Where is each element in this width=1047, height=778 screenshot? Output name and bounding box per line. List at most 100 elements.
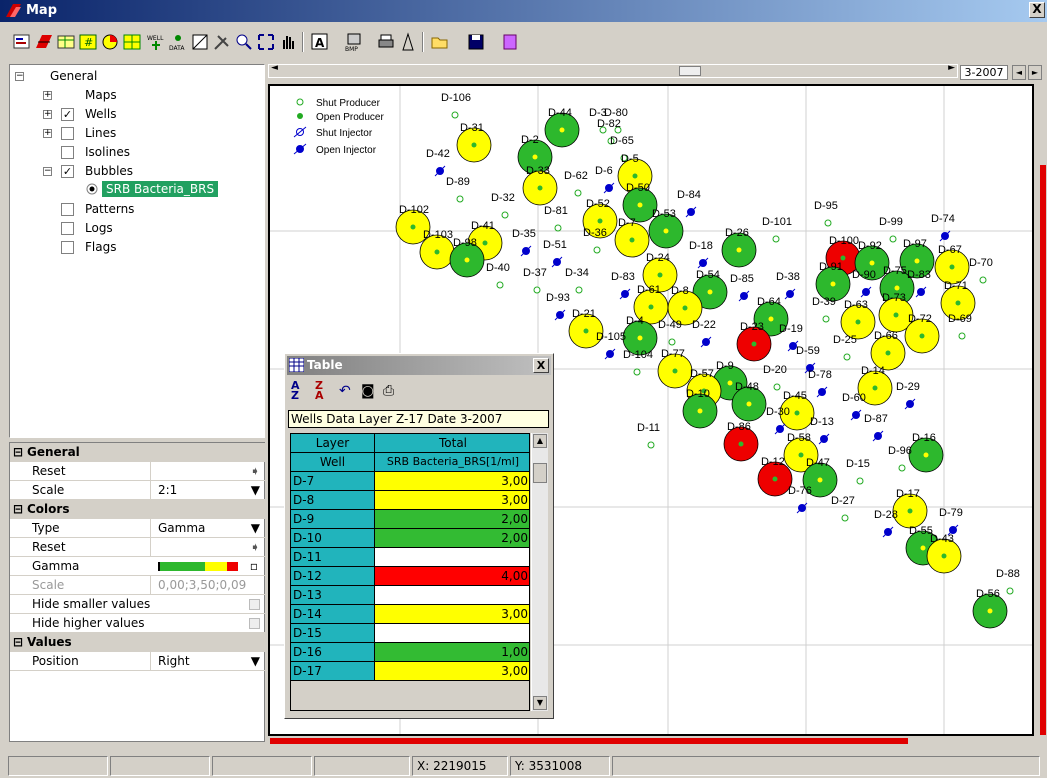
- well-icon[interactable]: WELL: [146, 32, 166, 52]
- value-cell[interactable]: 3,00: [375, 605, 529, 624]
- table-icon[interactable]: [56, 32, 76, 52]
- scroll-left-icon[interactable]: ◄: [271, 63, 278, 73]
- sort-ascending-icon[interactable]: AZ: [291, 380, 300, 401]
- value-cell[interactable]: 3,00: [375, 662, 529, 681]
- date-field[interactable]: 3-2007: [960, 65, 1008, 80]
- value-cell[interactable]: 3,00: [375, 472, 529, 491]
- table-close-button[interactable]: X: [533, 358, 549, 373]
- dropdown-arrow-icon[interactable]: ▼: [251, 481, 260, 499]
- well-cell[interactable]: D-16: [291, 643, 375, 662]
- undo-icon[interactable]: ↶: [339, 383, 351, 399]
- value-cell[interactable]: 4,00: [375, 567, 529, 586]
- collapse-toggle[interactable]: −: [43, 167, 52, 176]
- export-bmp-icon[interactable]: BMP: [344, 32, 364, 53]
- section-colors[interactable]: ⊟ Colors: [10, 500, 266, 519]
- fit-extent-icon[interactable]: [256, 32, 276, 52]
- checkbox-logs[interactable]: [61, 222, 74, 235]
- tree-item-logs[interactable]: Logs: [85, 220, 113, 236]
- table-row[interactable]: D-15: [291, 624, 529, 643]
- prop-position[interactable]: Position Right ▼: [10, 652, 266, 671]
- tree-item-lines[interactable]: Lines: [85, 125, 116, 141]
- scroll-down-icon[interactable]: ▼: [533, 696, 547, 710]
- prop-hide-smaller[interactable]: Hide smaller values: [10, 595, 266, 614]
- value-cell[interactable]: 2,00: [375, 510, 529, 529]
- tools-icon[interactable]: [212, 32, 232, 52]
- pie-chart-icon[interactable]: [100, 32, 120, 52]
- grid-icon[interactable]: #: [78, 32, 98, 52]
- value-cell[interactable]: 2,00: [375, 529, 529, 548]
- scroll-thumb[interactable]: [679, 66, 701, 76]
- well-cell[interactable]: D-12: [291, 567, 375, 586]
- tree-item-maps[interactable]: Maps: [85, 87, 117, 103]
- scroll-up-icon[interactable]: ▲: [533, 434, 547, 448]
- section-general[interactable]: ⊟ General: [10, 443, 266, 462]
- table-row[interactable]: D-10 2,00: [291, 529, 529, 548]
- print-icon[interactable]: ⎙: [383, 383, 394, 399]
- well-cell[interactable]: D-9: [291, 510, 375, 529]
- table-row[interactable]: D-11: [291, 548, 529, 567]
- tree-item-wells[interactable]: Wells: [85, 106, 116, 122]
- properties-icon[interactable]: [12, 32, 32, 52]
- scroll-right-icon[interactable]: ►: [948, 63, 955, 73]
- checkbox-wells[interactable]: ✓: [61, 108, 74, 121]
- reset-arrow-icon[interactable]: ➧: [150, 538, 266, 556]
- value-cell[interactable]: 1,00: [375, 643, 529, 662]
- checkbox-flags[interactable]: [61, 241, 74, 254]
- hide-higher-checkbox[interactable]: [249, 618, 260, 629]
- checkbox-isolines[interactable]: [61, 146, 74, 159]
- expand-toggle[interactable]: +: [43, 110, 52, 119]
- close-button[interactable]: X: [1029, 2, 1045, 18]
- print-icon[interactable]: [376, 32, 396, 52]
- date-prev-icon[interactable]: ◄: [1012, 65, 1026, 80]
- tree-item-isolines[interactable]: Isolines: [85, 144, 130, 160]
- type-value[interactable]: Gamma: [150, 519, 266, 537]
- zoom-in-icon[interactable]: [234, 32, 254, 52]
- tower-icon[interactable]: [398, 32, 418, 52]
- prop-colors-reset[interactable]: Reset ➧: [10, 538, 266, 557]
- tree-item-bubbles[interactable]: Bubbles: [85, 163, 133, 179]
- value-cell[interactable]: [375, 624, 529, 643]
- camera-icon[interactable]: ◙: [361, 383, 375, 399]
- zoom-area-icon[interactable]: [190, 32, 210, 52]
- scroll-thumb[interactable]: [533, 463, 547, 483]
- value-cell[interactable]: [375, 586, 529, 605]
- table-row[interactable]: D-8 3,00: [291, 491, 529, 510]
- hide-smaller-checkbox[interactable]: [249, 599, 260, 610]
- radio-selected-icon[interactable]: [86, 183, 98, 195]
- well-cell[interactable]: D-17: [291, 662, 375, 681]
- checkbox-lines[interactable]: [61, 127, 74, 140]
- dropdown-arrow-icon[interactable]: ▼: [251, 652, 260, 670]
- value-cell[interactable]: 3,00: [375, 491, 529, 510]
- edit-box-icon[interactable]: ▫: [250, 557, 258, 575]
- well-cell[interactable]: D-14: [291, 605, 375, 624]
- scale-value[interactable]: 2:1: [150, 481, 266, 499]
- well-cell[interactable]: D-8: [291, 491, 375, 510]
- tree-root-general[interactable]: General: [50, 68, 97, 84]
- data-icon[interactable]: DATA: [168, 32, 188, 52]
- horizontal-scrollbar[interactable]: ◄ ►: [268, 63, 958, 78]
- checkbox-bubbles[interactable]: ✓: [61, 165, 74, 178]
- table-row[interactable]: D-13: [291, 586, 529, 605]
- grid-map-icon[interactable]: [122, 32, 142, 52]
- date-next-icon[interactable]: ►: [1028, 65, 1042, 80]
- table-row[interactable]: D-7 3,00: [291, 472, 529, 491]
- tree-item-patterns[interactable]: Patterns: [85, 201, 134, 217]
- collapse-toggle[interactable]: −: [15, 72, 24, 81]
- tree-item-srb-bacteria[interactable]: SRB Bacteria_BRS: [102, 181, 219, 197]
- open-folder-icon[interactable]: [430, 32, 450, 52]
- reset-arrow-icon[interactable]: ➧: [150, 462, 266, 480]
- prop-hide-higher[interactable]: Hide higher values: [10, 614, 266, 633]
- table-vertical-scrollbar[interactable]: ▲ ▼: [531, 433, 548, 711]
- table-row[interactable]: D-9 2,00: [291, 510, 529, 529]
- sort-descending-icon[interactable]: ZA: [315, 380, 324, 401]
- prop-gamma[interactable]: Gamma ▫: [10, 557, 266, 576]
- well-cell[interactable]: D-13: [291, 586, 375, 605]
- expand-toggle[interactable]: +: [43, 129, 52, 138]
- table-row[interactable]: D-16 1,00: [291, 643, 529, 662]
- table-row[interactable]: D-17 3,00: [291, 662, 529, 681]
- table-row[interactable]: D-12 4,00: [291, 567, 529, 586]
- text-icon[interactable]: A: [310, 32, 330, 52]
- value-cell[interactable]: [375, 548, 529, 567]
- well-cell[interactable]: D-15: [291, 624, 375, 643]
- checkbox-patterns[interactable]: [61, 203, 74, 216]
